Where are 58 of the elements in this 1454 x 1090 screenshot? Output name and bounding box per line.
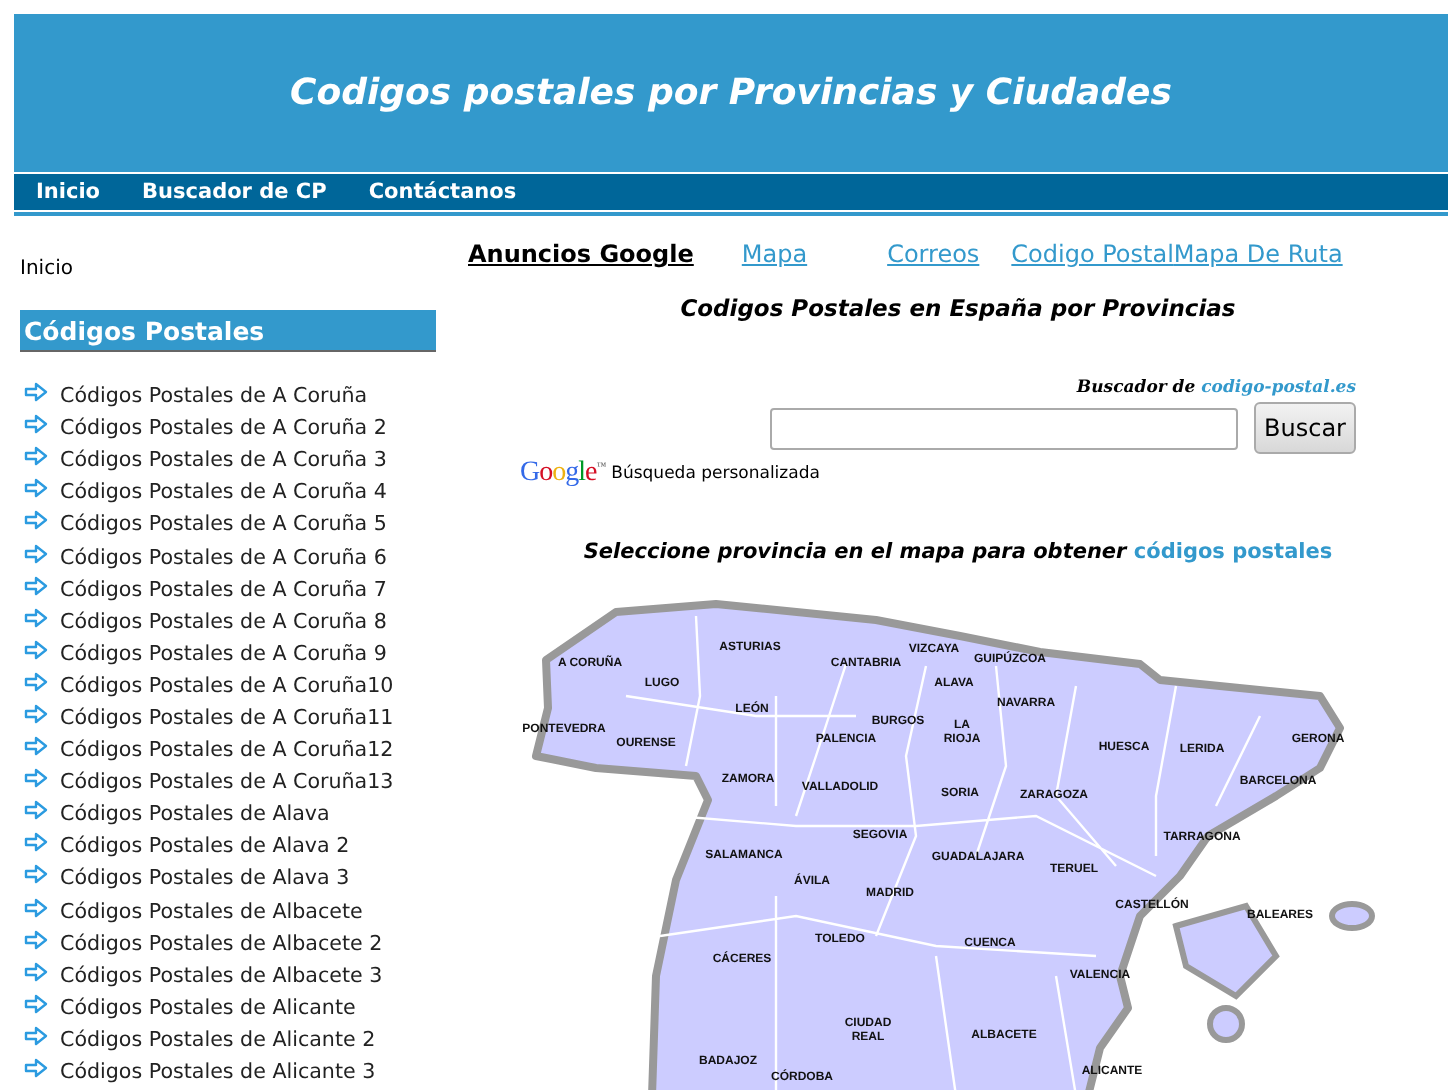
arrow-icon <box>24 929 48 950</box>
sidebar-link[interactable]: Códigos Postales de Albacete 2 <box>60 931 383 956</box>
nav-link[interactable]: Contáctanos <box>368 180 517 204</box>
arrow-icon <box>24 510 48 531</box>
sidebar-link[interactable]: Códigos Postales de A Coruña13 <box>60 770 394 795</box>
sidebar-link[interactable]: Códigos Postales de Albacete <box>60 899 363 924</box>
arrow-icon <box>24 1058 48 1079</box>
arrow-icon <box>24 961 48 982</box>
arrow-icon <box>24 543 48 564</box>
arrow-icon <box>24 864 48 885</box>
sidebar-link[interactable]: Códigos Postales de Alicante 2 <box>60 1027 376 1052</box>
sidebar-link[interactable]: Códigos Postales de A Coruña11 <box>60 705 394 730</box>
arrow-icon <box>24 446 48 467</box>
nav-link[interactable]: Inicio <box>36 180 101 204</box>
arrow-icon <box>24 1025 48 1046</box>
sidebar-link[interactable]: Códigos Postales de A Coruña12 <box>60 738 394 763</box>
search-button[interactable]: Buscar <box>1254 402 1356 454</box>
sidebar-link[interactable]: Códigos Postales de A Coruña 4 <box>60 480 387 505</box>
arrow-icon <box>24 478 48 499</box>
arrow-icon <box>24 575 48 596</box>
sidebar-link[interactable]: Códigos Postales de Alava 2 <box>60 834 350 859</box>
sidebar-link[interactable]: Códigos Postales de A Coruña10 <box>60 673 394 698</box>
search-caption: Buscador de codigo-postal.es <box>1076 378 1356 398</box>
sidebar-link[interactable]: Códigos Postales de A Coruña 9 <box>60 641 387 666</box>
sidebar-link[interactable]: Códigos Postales de A Coruña 3 <box>60 448 387 473</box>
sidebar-link[interactable]: Códigos Postales de Alicante <box>60 995 356 1020</box>
sidebar-link[interactable]: Códigos Postales de Alava 3 <box>60 866 350 891</box>
ads-label: Anuncios Google <box>468 240 694 268</box>
powered-label: Búsqueda personalizada <box>611 464 820 484</box>
sidebar-link[interactable]: Códigos Postales de Alicante 3 <box>60 1060 376 1085</box>
arrow-icon <box>24 671 48 692</box>
arrow-icon <box>24 736 48 757</box>
nav-link[interactable]: Buscador de CP <box>142 180 327 204</box>
google-logo: Google$^{™}$ <box>520 458 606 490</box>
site-title: Codigos postales por Provincias y Ciudades <box>288 72 1174 118</box>
arrow-icon <box>24 414 48 435</box>
breadcrumb: Inicio <box>20 258 75 280</box>
sidebar-link[interactable]: Códigos Postales de A Coruña 7 <box>60 577 387 602</box>
arrow-icon <box>24 832 48 853</box>
arrow-icon <box>24 607 48 628</box>
sidebar-heading: Códigos Postales <box>20 310 436 352</box>
sidebar-link[interactable]: Códigos Postales de A Coruña 8 <box>60 609 387 634</box>
arrow-icon <box>24 639 48 660</box>
sidebar-link[interactable]: Códigos Postales de A Coruña 2 <box>60 416 387 441</box>
arrow-icon <box>24 800 48 821</box>
arrow-icon <box>24 382 48 403</box>
map-instruction: Seleccione provincia en el mapa para obtener códigos postales <box>581 540 1335 564</box>
sidebar-link[interactable]: Códigos Postales de Alava <box>60 802 330 827</box>
arrow-icon <box>24 768 48 789</box>
page-heading: Codigos Postales en España por Provincias <box>678 294 1238 322</box>
search-field[interactable] <box>770 407 1238 449</box>
arrow-icon <box>24 993 48 1014</box>
sidebar-link[interactable]: Códigos Postales de A Coruña <box>60 384 368 409</box>
arrow-icon <box>24 897 48 918</box>
sidebar-link[interactable]: Códigos Postales de Albacete 3 <box>60 963 383 988</box>
sidebar-link[interactable]: Códigos Postales de A Coruña 6 <box>60 545 387 570</box>
arrow-icon <box>24 703 48 724</box>
sidebar-link[interactable]: Códigos Postales de A Coruña 5 <box>60 512 387 537</box>
